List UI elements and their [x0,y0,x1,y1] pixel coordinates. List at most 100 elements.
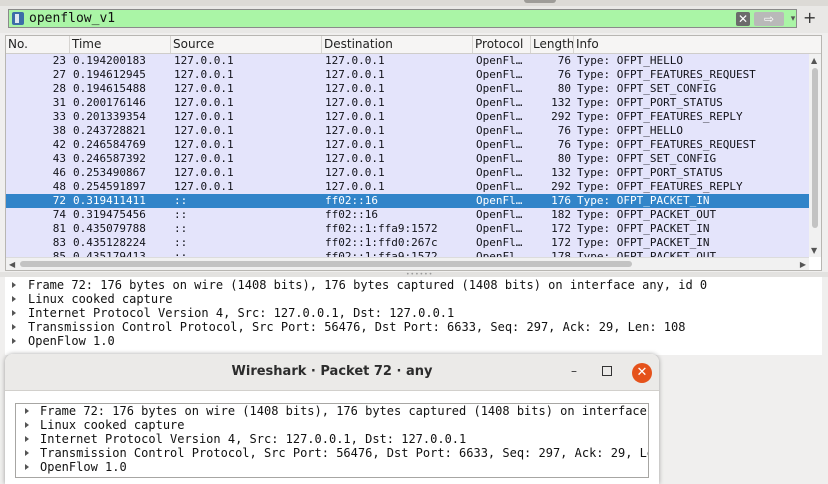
scroll-right-icon[interactable]: ▶ [800,258,806,270]
packet-cell-len: 80 [557,152,571,165]
dialog-titlebar[interactable]: Wireshark · Packet 72 · any – ✕ [5,354,659,391]
resize-grip[interactable] [524,0,556,3]
packet-cell-len: 292 [551,110,571,123]
packet-cell-proto: OpenFl… [476,138,523,151]
packet-cell-dst: 127.0.0.1 [325,54,385,67]
add-filter-button[interactable]: + [803,9,816,27]
horizontal-scroll-thumb[interactable] [20,261,632,267]
packet-cell-proto: OpenFl… [476,152,523,165]
expand-arrow-icon[interactable] [12,338,16,344]
packet-row[interactable]: 48 0.254591897 127.0.0.1 127.0.0.1 OpenFl… 29… [6,180,809,194]
column-header-destination[interactable]: Destination [322,36,473,53]
clear-filter-button[interactable]: ✕ [736,12,750,26]
packet-list-rows: 23 0.194200183 127.0.0.1 127.0.0.1 OpenFl… 76… [6,54,809,257]
packet-cell-len: 132 [551,166,571,179]
column-header-protocol[interactable]: Protocol [473,36,531,53]
packet-cell-len: 172 [551,222,571,235]
maximize-button[interactable] [602,366,612,376]
expand-arrow-icon[interactable] [12,296,16,302]
scroll-up-icon[interactable]: ▲ [811,56,817,65]
packet-row[interactable]: 85 0.435179413:: ff02::1:ffa9:1572 OpenFl… 1… [6,250,809,257]
packet-cell-src: 127.0.0.1 [174,124,234,137]
packet-cell-len: 178 [551,250,571,257]
packet-row[interactable]: 43 0.246587392 127.0.0.1 127.0.0.1 OpenFl… 80… [6,152,809,166]
packet-row[interactable]: 46 0.253490867 127.0.0.1 127.0.0.1 OpenFl… 13… [6,166,809,180]
scroll-left-icon[interactable]: ◀ [9,258,15,270]
packet-row[interactable]: 27 0.194612945 127.0.0.1 127.0.0.1 OpenFl… 76… [6,68,809,82]
packet-cell-len: 76 [557,68,571,81]
packet-row[interactable]: 23 0.194200183 127.0.0.1 127.0.0.1 OpenFl… 76… [6,54,809,68]
packet-cell-len: 132 [551,96,571,109]
packet-dialog: Wireshark · Packet 72 · any – ✕ Frame 72… [5,354,659,484]
column-header-no[interactable]: No. [6,36,70,53]
packet-cell-time: 0.435079788 [73,222,146,235]
column-header-source[interactable]: Source [171,36,322,53]
packet-cell-src: 127.0.0.1 [174,110,234,123]
filter-text[interactable]: openflow_v1 [29,11,115,26]
packet-row[interactable]: 33 0.201339354 127.0.0.1 127.0.0.1 OpenFl… 29… [6,110,809,124]
expand-arrow-icon[interactable] [12,282,16,288]
packet-cell-len: 80 [557,82,571,95]
dialog-details-tree[interactable]: Frame 72: 176 bytes on wire (1408 bits),… [15,403,649,478]
packet-cell-src: :: [174,194,188,207]
packet-cell-proto: OpenFl… [476,208,523,221]
packet-cell-info: Type: OFPT_PACKET_OUT [577,208,717,221]
packet-cell-no: 38 [52,124,66,137]
packet-cell-info: Type: OFPT_HELLO [577,54,683,67]
packet-cell-src: :: [174,236,188,249]
packet-row[interactable]: 42 0.246584769 127.0.0.1 127.0.0.1 OpenFl… 76… [6,138,809,152]
expand-arrow-icon[interactable] [12,324,16,330]
packet-cell-dst: ff02::16 [325,194,378,207]
close-button[interactable]: ✕ [632,363,652,383]
filter-history-dropdown-icon[interactable]: ▾ [789,12,797,26]
packet-row[interactable]: 31 0.200176146 127.0.0.1 127.0.0.1 OpenFl… 13… [6,96,809,110]
packet-list-vertical-scrollbar[interactable]: ▲ ▼ [809,54,821,257]
vertical-scroll-thumb[interactable] [812,68,818,228]
bookmark-icon[interactable] [12,12,24,25]
packet-cell-dst: ff02::1:ffd0:267c [325,236,438,249]
display-filter-toolbar: openflow_v1 ✕ ⇨ ▾ + [0,6,828,33]
packet-cell-len: 292 [551,180,571,193]
packet-cell-dst: ff02::16 [325,208,378,221]
minimize-button[interactable]: – [568,365,580,377]
packet-cell-no: 28 [52,82,66,95]
packet-cell-no: 83 [52,236,66,249]
expand-arrow-icon[interactable] [25,464,29,470]
packet-cell-no: 23 [52,54,66,67]
expand-arrow-icon[interactable] [12,310,16,316]
packet-cell-info: Type: OFPT_FEATURES_REQUEST [577,68,756,81]
packet-cell-time: 0.435128224 [73,236,146,249]
packet-list-horizontal-scrollbar[interactable]: ◀ ▶ [6,257,809,270]
dialog-title: Wireshark · Packet 72 · any [231,364,433,379]
packet-cell-time: 0.319411411 [73,194,146,207]
expand-arrow-icon[interactable] [25,436,29,442]
packet-row[interactable]: 72 0.319411411:: ff02::16 OpenFl… 176 Type: O… [6,194,809,208]
packet-cell-no: 48 [52,180,66,193]
display-filter-input[interactable]: openflow_v1 ✕ ⇨ ▾ [8,9,797,28]
packet-cell-info: Type: OFPT_PACKET_IN [577,194,710,207]
packet-list[interactable]: No. Time Source Destination Protocol Len… [5,35,822,271]
packet-cell-info: Type: OFPT_SET_CONFIG [577,82,717,95]
packet-row[interactable]: 74 0.319475456:: ff02::16 OpenFl… 182 Type: O… [6,208,809,222]
packet-cell-dst: ff02::1:ffa9:1572 [325,250,438,257]
column-header-length[interactable]: Length [531,36,574,53]
expand-arrow-icon[interactable] [25,422,29,428]
packet-cell-no: 85 [52,250,66,257]
packet-cell-time: 0.319475456 [73,208,146,221]
column-header-info[interactable]: Info [574,36,821,53]
packet-cell-proto: OpenFl… [476,166,523,179]
expand-arrow-icon[interactable] [25,408,29,414]
column-header-time[interactable]: Time [70,36,171,53]
apply-filter-button[interactable]: ⇨ [754,12,784,26]
packet-row[interactable]: 38 0.243728821 127.0.0.1 127.0.0.1 OpenFl… 76… [6,124,809,138]
scroll-down-icon[interactable]: ▼ [811,246,817,255]
packet-cell-info: Type: OFPT_SET_CONFIG [577,152,717,165]
packet-row[interactable]: 28 0.194615488 127.0.0.1 127.0.0.1 OpenFl… 80… [6,82,809,96]
packet-row[interactable]: 81 0.435079788:: ff02::1:ffa9:1572 OpenFl… 1… [6,222,809,236]
packet-row[interactable]: 83 0.435128224:: ff02::1:ffd0:267c OpenFl… 1… [6,236,809,250]
packet-details-tree[interactable]: Frame 72: 176 bytes on wire (1408 bits),… [5,277,822,355]
packet-cell-info: Type: OFPT_FEATURES_REPLY [577,110,743,123]
packet-cell-info: Type: OFPT_PORT_STATUS [577,96,723,109]
expand-arrow-icon[interactable] [25,450,29,456]
packet-cell-dst: 127.0.0.1 [325,96,385,109]
